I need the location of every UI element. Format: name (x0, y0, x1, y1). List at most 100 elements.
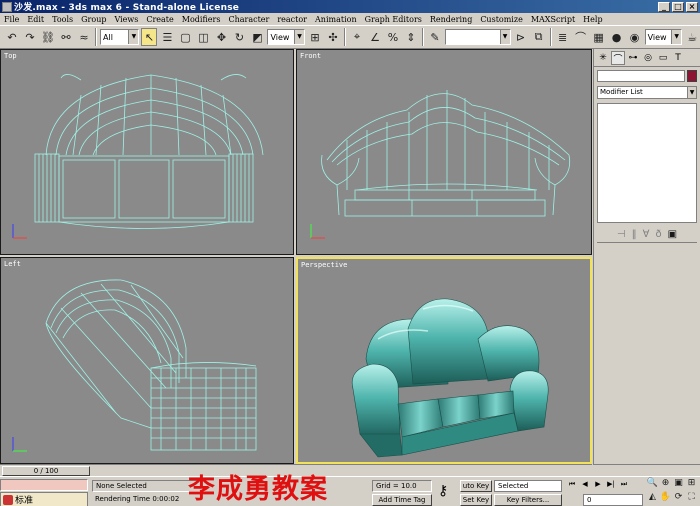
percent-snap-icon[interactable]: % (385, 28, 401, 46)
rectangular-selection-icon[interactable]: ▢ (177, 28, 193, 46)
menu-views[interactable]: Views (110, 15, 142, 24)
field-of-view-icon[interactable]: ◭ (646, 491, 659, 505)
select-scale-icon[interactable]: ◩ (249, 28, 265, 46)
zoom-extents-icon[interactable]: ▣ (672, 477, 685, 491)
auto-key-button[interactable]: uto Key (460, 480, 492, 492)
utilities-tab-icon[interactable]: T (671, 51, 685, 65)
pivot-center-icon[interactable]: ⊞ (307, 28, 323, 46)
key-mode-dropdown[interactable]: Selected (494, 480, 562, 492)
spinner-snap-icon[interactable]: ⇕ (403, 28, 419, 46)
go-to-end-icon[interactable]: ⏭ (618, 479, 630, 490)
key-filters-button[interactable]: Key Filters... (494, 494, 562, 506)
modifier-stack[interactable] (597, 103, 697, 223)
redo-icon[interactable]: ↷ (22, 28, 38, 46)
next-frame-icon[interactable]: ▶| (605, 479, 617, 490)
previous-frame-icon[interactable]: ◀ (579, 479, 591, 490)
select-move-icon[interactable]: ✥ (213, 28, 229, 46)
key-icon[interactable]: ⚷ (438, 483, 448, 499)
menu-animation[interactable]: Animation (311, 15, 361, 24)
create-tab-icon[interactable]: ✳ (596, 51, 610, 65)
modifier-list-dropdown[interactable]: Modifier List ▼ (597, 86, 697, 99)
snap-toggle-icon[interactable]: ⌖ (349, 28, 365, 46)
zoom-icon[interactable]: 🔍 (646, 477, 659, 491)
time-slider-thumb[interactable]: 0 / 100 (2, 466, 90, 476)
angle-snap-icon[interactable]: ∠ (367, 28, 383, 46)
menu-graph-editors[interactable]: Graph Editors (361, 15, 426, 24)
viewport-top[interactable]: Top (0, 49, 294, 255)
minimize-button[interactable]: _ (658, 1, 670, 12)
menu-tools[interactable]: Tools (48, 15, 77, 24)
maximize-viewport-icon[interactable]: ⛶ (685, 491, 698, 505)
command-panel: ✳ ⌒ ⊶ ◎ ▭ T Modifier List ▼ ⊣ ‖ ∀ ð ▣ (593, 49, 700, 464)
window-crossing-icon[interactable]: ◫ (195, 28, 211, 46)
viewport-left[interactable]: Left (0, 257, 294, 464)
object-name-field[interactable] (597, 70, 685, 82)
menu-edit[interactable]: Edit (23, 15, 48, 24)
ime-mode: 标准 (15, 496, 34, 506)
menu-file[interactable]: File (0, 15, 23, 24)
menu-help[interactable]: Help (579, 15, 606, 24)
go-to-start-icon[interactable]: ⏮ (566, 479, 578, 490)
render-type-dropdown[interactable]: View ▼ (644, 29, 683, 45)
motion-tab-icon[interactable]: ◎ (641, 51, 655, 65)
ime-indicator[interactable]: 标准 (0, 492, 88, 506)
play-icon[interactable]: ▶ (592, 479, 604, 490)
reference-coordinate-dropdown[interactable]: View ▼ (267, 29, 306, 45)
named-selection-dropdown[interactable]: ▼ (445, 29, 511, 45)
menu-rendering[interactable]: Rendering (426, 15, 476, 24)
bind-space-warp-icon[interactable]: ≈ (76, 28, 92, 46)
viewport-front[interactable]: Front (296, 49, 592, 255)
hierarchy-tab-icon[interactable]: ⊶ (626, 51, 640, 65)
chevron-down-icon: ▼ (499, 30, 510, 44)
render-scene-icon[interactable]: ◉ (627, 28, 643, 46)
modify-tab-icon[interactable]: ⌒ (611, 51, 625, 65)
object-color-swatch[interactable] (687, 70, 697, 82)
close-button[interactable]: × (686, 1, 698, 12)
mirror-icon[interactable]: ⊳ (513, 28, 529, 46)
align-icon[interactable]: ⧉ (531, 28, 547, 46)
zoom-all-icon[interactable]: ⊕ (659, 477, 672, 491)
remove-modifier-icon[interactable]: ð (655, 229, 661, 240)
unlink-icon[interactable]: ⚯ (58, 28, 74, 46)
maxscript-listener-mini[interactable] (0, 479, 88, 491)
set-key-button[interactable]: Set Key (460, 494, 492, 506)
current-frame-field[interactable]: 0 (583, 494, 643, 506)
make-unique-icon[interactable]: ∀ (643, 229, 650, 240)
sofa-top-wireframe (12, 74, 264, 239)
menu-character[interactable]: Character (224, 15, 273, 24)
menu-group[interactable]: Group (77, 15, 110, 24)
select-rotate-icon[interactable]: ↻ (231, 28, 247, 46)
pin-stack-icon[interactable]: ⊣ (617, 229, 626, 240)
menu-customize[interactable]: Customize (476, 15, 527, 24)
material-editor-icon[interactable]: ● (609, 28, 625, 46)
selection-filter-dropdown[interactable]: All ▼ (100, 29, 140, 45)
chevron-down-icon: ▼ (671, 30, 682, 44)
viewport-perspective[interactable]: Perspective (296, 257, 592, 464)
arc-rotate-icon[interactable]: ⟳ (672, 491, 685, 505)
pan-icon[interactable]: ✋ (659, 491, 672, 505)
configure-sets-icon[interactable]: ▣ (668, 229, 677, 240)
layer-manager-icon[interactable]: ≣ (555, 28, 571, 46)
quick-render-icon[interactable]: ☕ (684, 28, 700, 46)
select-link-icon[interactable]: ⛓ (40, 28, 56, 46)
maximize-button[interactable]: □ (672, 1, 684, 12)
schematic-view-icon[interactable]: ▦ (591, 28, 607, 46)
zoom-extents-all-icon[interactable]: ⊞ (685, 477, 698, 491)
menu-maxscript[interactable]: MAXScript (527, 15, 579, 24)
select-manipulate-icon[interactable]: ✣ (325, 28, 341, 46)
curve-editor-icon[interactable]: ⌒ (573, 28, 589, 46)
menu-reactor[interactable]: reactor (273, 15, 311, 24)
undo-icon[interactable]: ↶ (4, 28, 20, 46)
add-time-tag-button[interactable]: Add Time Tag (372, 494, 432, 506)
named-selection-edit-icon[interactable]: ✎ (427, 28, 443, 46)
menu-modifiers[interactable]: Modifiers (178, 15, 225, 24)
menu-create[interactable]: Create (142, 15, 177, 24)
show-end-result-icon[interactable]: ‖ (632, 229, 637, 240)
select-by-name-icon[interactable]: ☰ (159, 28, 175, 46)
title-bar: 沙发.max - 3ds max 6 - Stand-alone License… (0, 0, 700, 13)
display-tab-icon[interactable]: ▭ (656, 51, 670, 65)
select-object-icon[interactable]: ↖ (141, 28, 158, 46)
key-mode-value: Selected (498, 482, 529, 490)
app-icon[interactable] (2, 1, 12, 12)
menu-bar: File Edit Tools Group Views Create Modif… (0, 13, 700, 25)
